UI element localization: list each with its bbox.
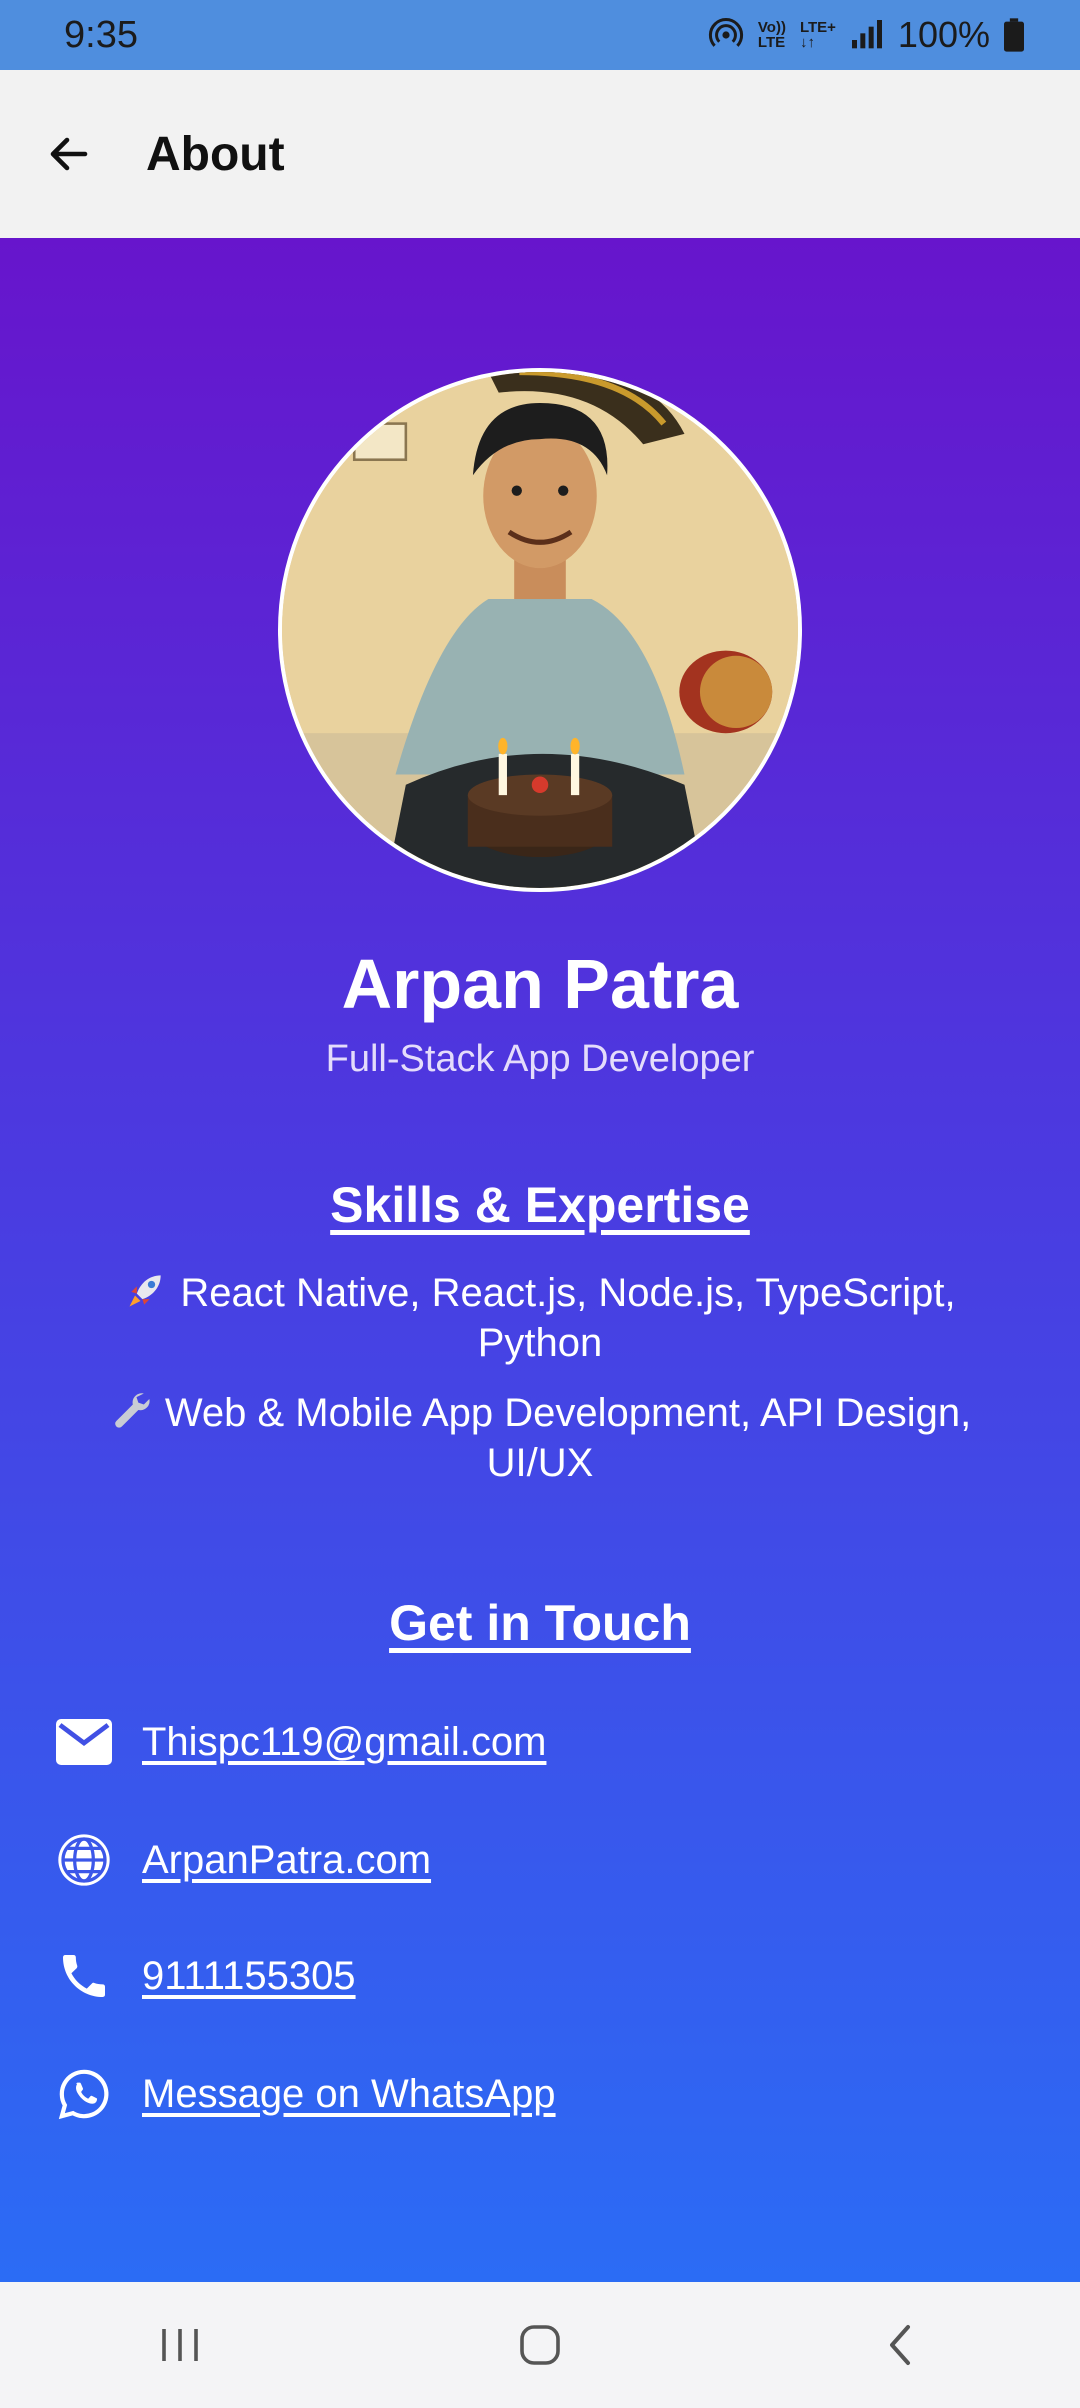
- phone-icon: [56, 1948, 112, 2004]
- battery-text: 100%: [897, 14, 990, 55]
- avatar: [278, 368, 802, 892]
- status-bar: 9:35 Vo)) LTE LTE+ ↓↑ 100%: [0, 0, 1080, 70]
- volte-indicator: Vo)) LTE: [758, 20, 786, 50]
- recents-button[interactable]: [120, 2295, 240, 2395]
- arrow-left-icon: [50, 137, 88, 171]
- volte-top-text: Vo)): [757, 19, 786, 36]
- back-button[interactable]: [34, 119, 104, 189]
- phone-link[interactable]: 9111155305: [56, 1944, 356, 2008]
- skill-item: Web & Mobile App Development, API Design…: [60, 1388, 1020, 1488]
- whatsapp-link[interactable]: Message on WhatsApp: [56, 2062, 556, 2126]
- whatsapp-icon: [56, 2066, 112, 2122]
- home-button[interactable]: [480, 2295, 600, 2395]
- contact-heading: Get in Touch: [389, 1595, 691, 1651]
- rocket-icon: [129, 1275, 162, 1307]
- battery-icon: [1004, 18, 1024, 52]
- website-link[interactable]: ArpanPatra.com: [56, 1828, 431, 1892]
- whatsapp-text: Message on WhatsApp: [142, 2071, 556, 2116]
- volte-bottom-text: LTE: [757, 34, 786, 51]
- email-text: Thispc119@gmail.com: [142, 1719, 547, 1764]
- page-title: About: [146, 127, 285, 181]
- about-content: Arpan Patra Full-Stack App Developer Ski…: [0, 238, 1080, 2282]
- skill-item: React Native, React.js, Node.js, TypeScr…: [60, 1268, 1020, 1368]
- wrench-icon: [115, 1393, 150, 1428]
- mail-icon: [56, 1714, 112, 1770]
- lte-bottom-text: ↓↑: [799, 34, 815, 51]
- back-nav-button[interactable]: [840, 2295, 960, 2395]
- skill-text: React Native, React.js, Node.js, TypeScr…: [180, 1271, 956, 1365]
- home-icon: [520, 2325, 560, 2365]
- hotspot-icon: [708, 17, 744, 53]
- signal-icon: [850, 20, 884, 50]
- globe-icon: [56, 1832, 112, 1888]
- skill-text: Web & Mobile App Development, API Design…: [164, 1391, 972, 1485]
- recents-icon: [162, 2329, 198, 2361]
- app-bar: About: [0, 70, 1080, 238]
- lte-indicator: LTE+ ↓↑: [800, 20, 836, 50]
- status-time: 9:35: [64, 13, 138, 56]
- profile-role: Full-Stack App Developer: [325, 1038, 755, 1080]
- chevron-left-icon: [890, 2325, 910, 2365]
- skills-heading: Skills & Expertise: [330, 1177, 750, 1233]
- status-icons: Vo)) LTE LTE+ ↓↑ 100%: [708, 14, 1024, 56]
- email-link[interactable]: Thispc119@gmail.com: [56, 1710, 546, 1774]
- system-nav-bar: [0, 2282, 1080, 2408]
- phone-text: 9111155305: [142, 1953, 356, 1998]
- lte-top-text: LTE+: [799, 19, 836, 36]
- website-text: ArpanPatra.com: [142, 1837, 432, 1882]
- profile-name: Arpan Patra: [341, 945, 739, 1023]
